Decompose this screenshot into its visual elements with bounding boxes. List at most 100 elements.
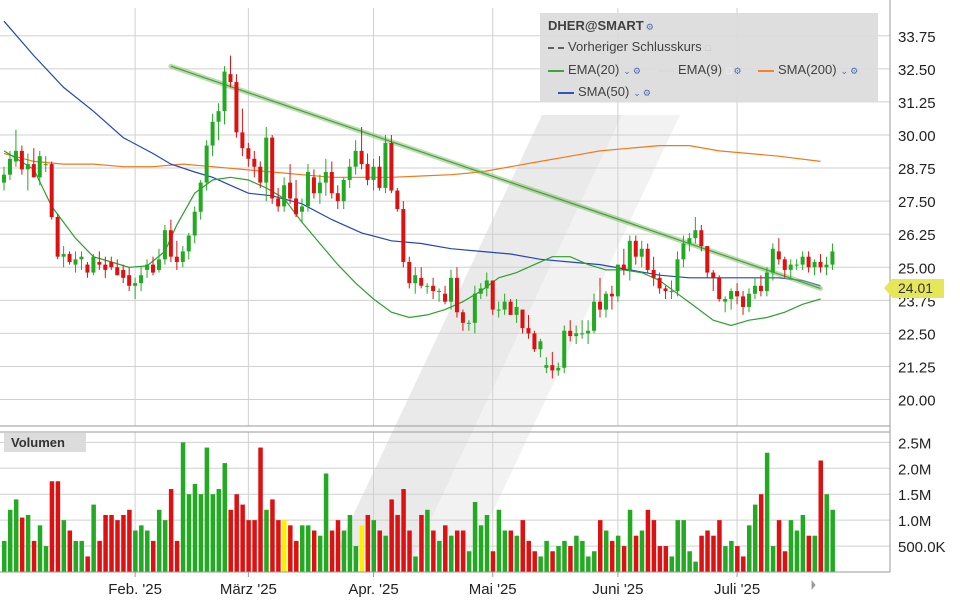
volume-bar — [300, 525, 305, 572]
candle-body — [151, 264, 155, 273]
candle-body — [73, 259, 78, 265]
volume-bar — [276, 520, 281, 572]
volume-bar — [764, 452, 770, 572]
candle-body — [311, 177, 316, 194]
volume-bar — [705, 530, 710, 572]
candle-body — [431, 285, 436, 292]
volume-bar — [824, 494, 829, 572]
candle-body — [770, 248, 775, 273]
price-tick-label: 20.00 — [898, 393, 936, 410]
chevron-down-icon[interactable]: ⌄ — [623, 66, 631, 77]
candle-body — [752, 285, 757, 294]
volume-bar — [633, 535, 639, 572]
volume-bar — [305, 525, 311, 572]
candle-body — [127, 275, 132, 286]
legend-sma200[interactable]: SMA(200) ⌄ ⚙ — [758, 62, 858, 77]
candle-body — [413, 275, 418, 284]
volume-bar — [830, 509, 835, 572]
volume-bar — [115, 520, 120, 572]
volume-bar — [532, 551, 537, 572]
settings-icon[interactable]: ⚙ — [734, 66, 742, 77]
candle-body — [55, 217, 60, 257]
volume-bar — [419, 514, 424, 572]
candle-body — [586, 330, 591, 334]
volume-bar — [234, 494, 239, 572]
candle-body — [419, 277, 424, 286]
candle-body — [282, 185, 287, 207]
last-price-tag: 24.01 — [884, 279, 944, 298]
candle-body — [544, 365, 549, 368]
volume-bar — [359, 525, 365, 572]
price-tick-label: 32.50 — [898, 62, 936, 79]
settings-icon[interactable]: ⚙ — [850, 66, 858, 77]
volume-bar — [97, 540, 102, 572]
volume-bar — [454, 530, 460, 572]
volume-bar — [49, 481, 55, 572]
legend-sma50[interactable]: SMA(50) ⌄ ⚙ — [558, 84, 651, 99]
price-tick-label: 21.25 — [898, 359, 936, 376]
candle-body — [389, 142, 394, 191]
volume-bar — [395, 514, 400, 572]
candle-body — [443, 293, 448, 302]
candle-body — [288, 182, 293, 199]
candle-body — [705, 246, 710, 273]
candle-body — [460, 312, 465, 323]
volume-bar — [496, 509, 502, 572]
volume-bar — [758, 494, 764, 572]
candle-body — [162, 230, 167, 260]
candle-body — [490, 280, 495, 310]
candlesticks — [2, 55, 835, 379]
volume-bar — [67, 530, 73, 572]
candle-body — [216, 111, 221, 122]
volume-bar — [669, 556, 675, 572]
chevron-down-icon[interactable]: ⌄ — [841, 66, 849, 77]
volume-bar — [377, 530, 382, 572]
volume-tick-label: 1.0M — [898, 513, 931, 530]
volume-bar — [770, 546, 776, 572]
chevron-down-icon[interactable]: ⌄ — [633, 88, 641, 99]
volume-tick-label: 2.0M — [898, 461, 931, 478]
candle-body — [741, 296, 746, 307]
volume-bar — [675, 520, 680, 572]
volume-bar — [73, 540, 79, 572]
volume-bar — [794, 530, 800, 572]
settings-icon[interactable]: ⚙ — [643, 88, 651, 99]
legend-prev-close[interactable]: Vorheriger Schlusskurs □ — [548, 39, 711, 54]
settings-icon[interactable]: ⚙ — [633, 66, 641, 77]
candle-body — [603, 293, 608, 310]
candle-body — [609, 293, 614, 297]
volume-bar — [121, 514, 126, 572]
volume-bar — [109, 514, 114, 572]
volume-bar — [478, 525, 484, 572]
volume-bar — [818, 460, 824, 572]
candle-body — [621, 264, 626, 270]
price-tick-label: 33.75 — [898, 29, 936, 46]
volume-bar — [413, 556, 418, 572]
volume-bar — [19, 517, 25, 572]
volume-bar — [538, 556, 543, 572]
settings-icon[interactable]: ⚙ — [646, 22, 654, 33]
candle-body — [776, 251, 781, 260]
line-swatch-icon — [758, 69, 774, 72]
volume-bar — [311, 530, 317, 572]
volume-bar — [246, 520, 251, 572]
candle-body — [806, 256, 811, 268]
eye-icon[interactable]: □ — [706, 43, 711, 53]
month-tick-label: Juli '25 — [714, 581, 760, 598]
volume-bar — [222, 463, 228, 572]
candle-body — [228, 74, 233, 83]
volume-bar — [216, 489, 222, 572]
price-tick-label: 30.00 — [898, 128, 936, 145]
legend-ema20[interactable]: EMA(20) ⌄ ⚙ — [548, 62, 641, 77]
volume-bar — [782, 551, 788, 572]
volume-bar — [282, 520, 287, 572]
volume-bar — [145, 530, 150, 572]
chart-legend: DHER@SMART ⚙ Vorheriger Schlusskurs □ EMA(… — [540, 13, 878, 102]
legend-ema9[interactable]: EMA(9) □ ⚙ — [658, 62, 742, 77]
legend-symbol[interactable]: DHER@SMART ⚙ — [548, 18, 654, 33]
line-swatch-icon — [658, 69, 674, 72]
candle-body — [800, 256, 805, 265]
candle-body — [210, 121, 215, 146]
candle-body — [478, 288, 483, 294]
eye-icon[interactable]: □ — [726, 66, 731, 76]
